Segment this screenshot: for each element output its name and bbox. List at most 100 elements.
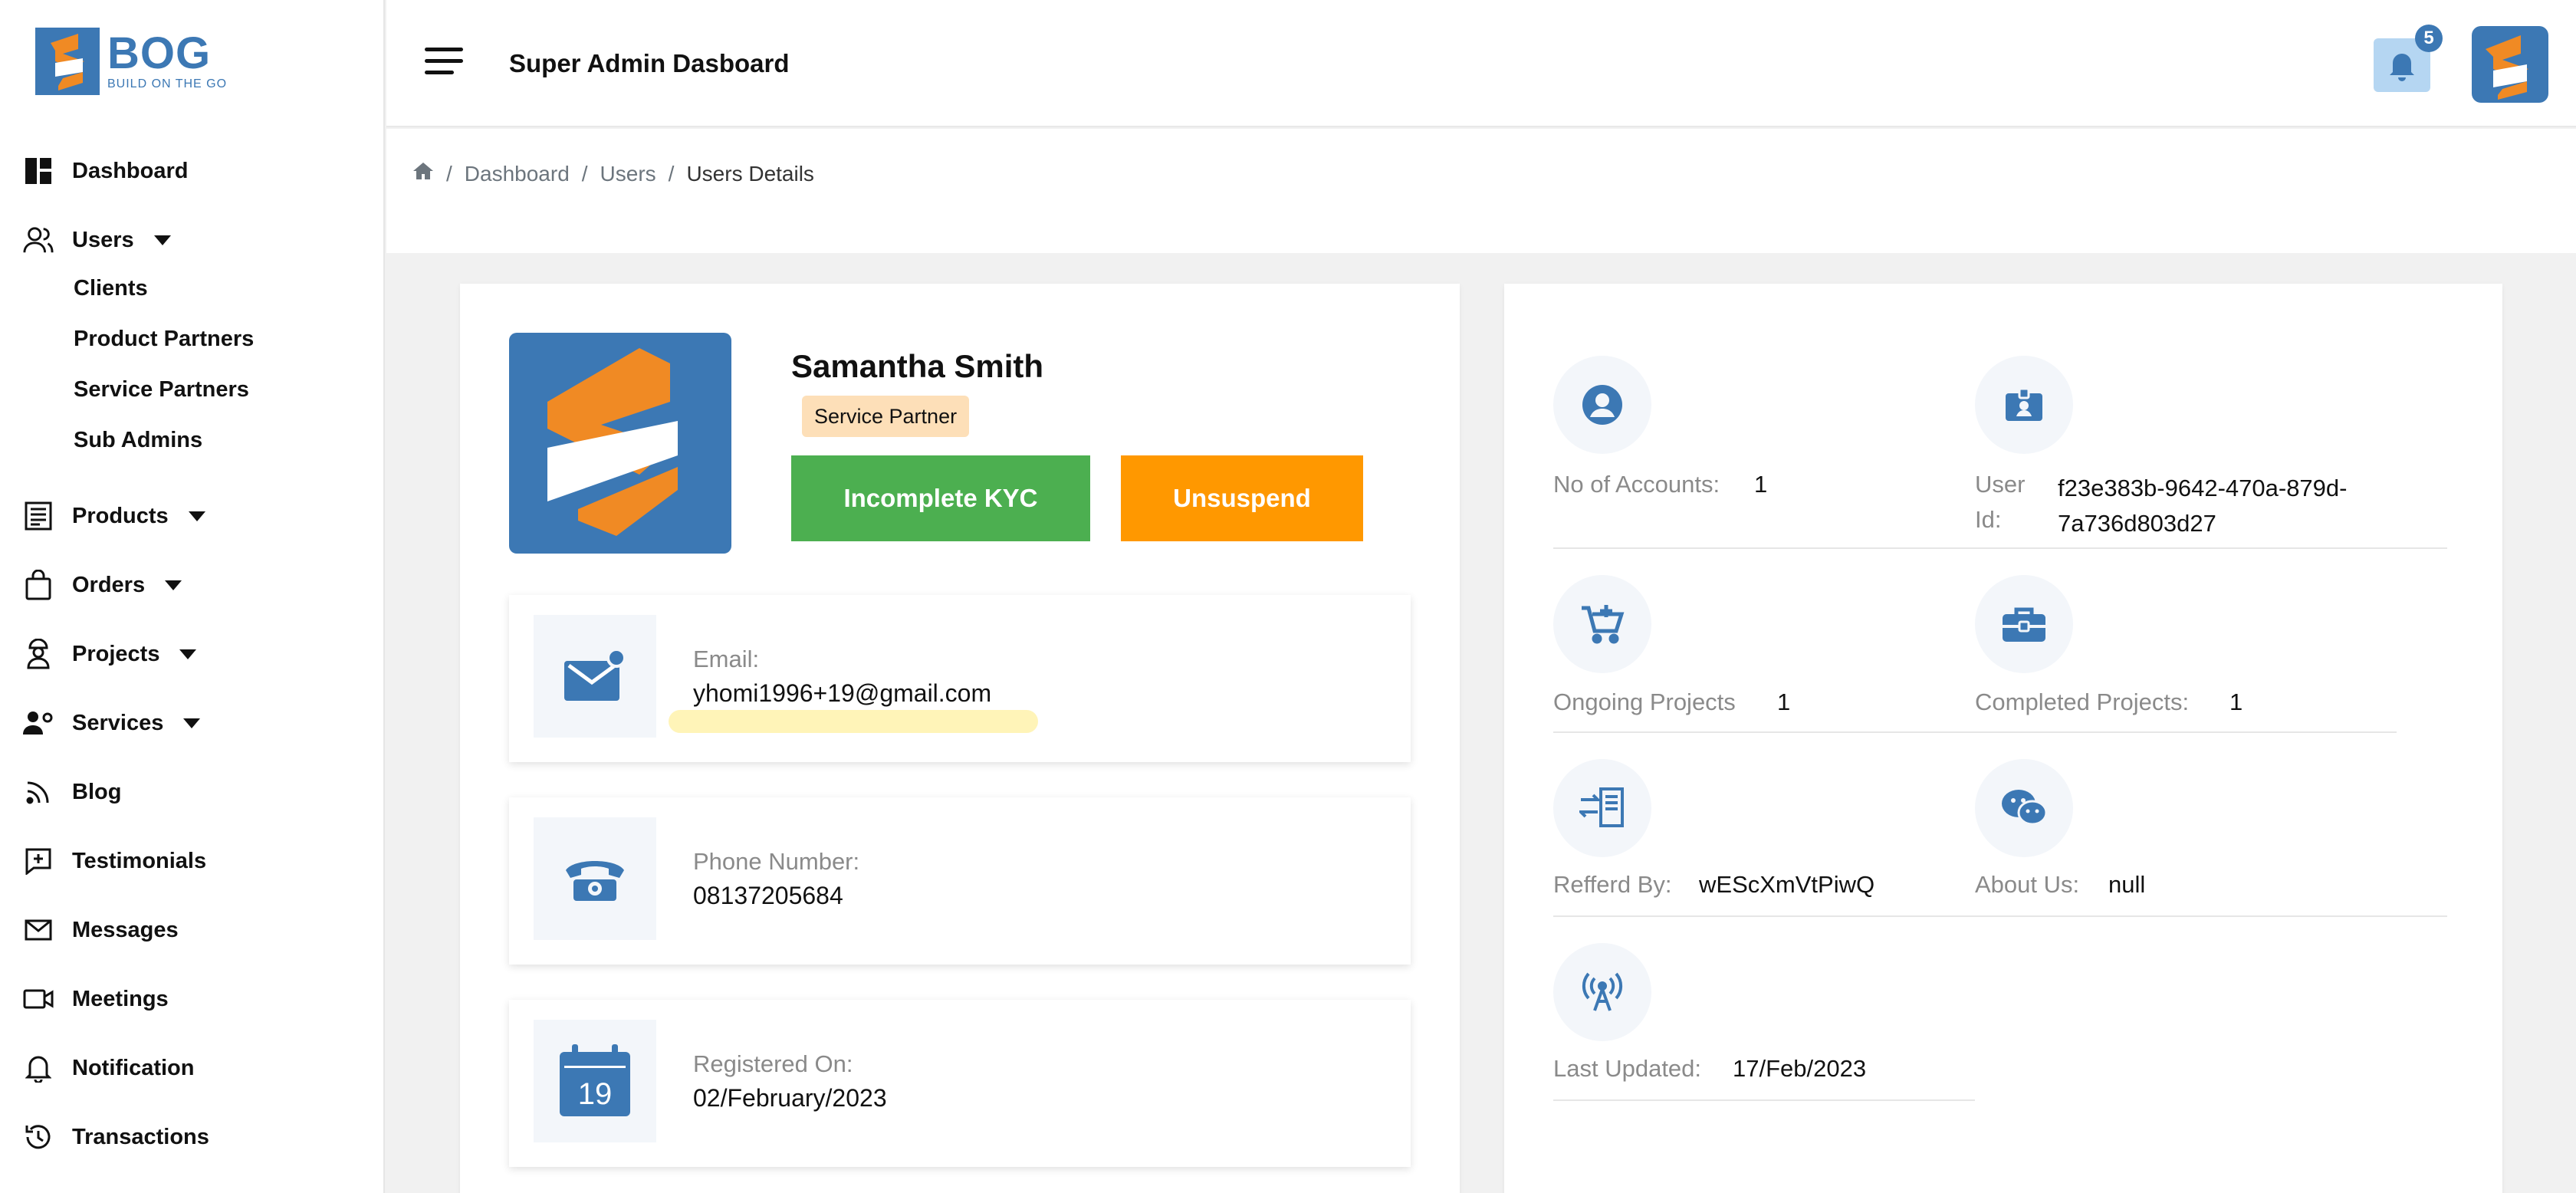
chevron-down-icon [153, 235, 171, 245]
sidebar-item-label: Testimonials [72, 848, 207, 873]
sidebar-item-orders[interactable]: Orders [23, 566, 182, 604]
text-highlight-mark [669, 710, 1038, 733]
sidebar-subitem-clients[interactable]: Clients [74, 273, 148, 304]
sidebar-item-blog[interactable]: Blog [23, 773, 121, 811]
brand-tagline: BUILD ON THE GO [107, 77, 228, 90]
video-camera-icon [23, 984, 54, 1014]
sidebar-item-dashboard[interactable]: Dashboard [23, 152, 188, 190]
user-circle-icon [1553, 356, 1651, 454]
sidebar: BOG BUILD ON THE GO Dashboard Users Clie… [0, 0, 385, 1193]
sidebar-subitem-product-partners[interactable]: Product Partners [74, 324, 254, 354]
sidebar-item-notification[interactable]: Notification [23, 1049, 195, 1087]
referral-transfer-icon [1553, 759, 1651, 857]
ongoing-projects-value: 1 [1777, 689, 1791, 715]
brand-name: BOG [107, 28, 212, 78]
role-badge: Service Partner [802, 396, 970, 437]
sidebar-item-services[interactable]: Services [23, 704, 201, 742]
brand-logo[interactable]: BOG BUILD ON THE GO [35, 28, 227, 95]
notification-count-badge: 5 [2415, 25, 2443, 52]
completed-projects-value: 1 [2229, 689, 2243, 715]
breadcrumb-current: Users Details [686, 161, 814, 186]
sidebar-item-label: Messages [72, 917, 179, 942]
about-us-value: null [2108, 871, 2146, 898]
breadcrumb-bar: / Dashboard / Users / Users Details [386, 129, 2576, 253]
sidebar-item-users[interactable]: Users [23, 221, 171, 259]
chevron-down-icon [188, 511, 205, 521]
avatar[interactable] [2472, 26, 2548, 103]
email-label: Email: [693, 646, 760, 672]
ongoing-projects-label: Ongoing Projects [1553, 689, 1736, 715]
sidebar-item-label: Notification [72, 1055, 195, 1080]
sidebar-item-label: Users [72, 227, 134, 252]
completed-projects-label: Completed Projects: [1975, 689, 2190, 715]
sidebar-item-label: Orders [72, 572, 146, 597]
sidebar-item-projects[interactable]: Projects [23, 635, 197, 673]
registered-value: 02/February/2023 [693, 1084, 887, 1112]
phone-label: Phone Number: [693, 848, 860, 875]
cart-plus-icon [1553, 575, 1651, 673]
products-icon [23, 501, 54, 531]
referred-by-label: Refferd By: [1553, 871, 1672, 898]
email-icon [534, 615, 656, 738]
last-updated-value: 17/Feb/2023 [1733, 1055, 1867, 1082]
sidebar-item-meetings[interactable]: Meetings [23, 980, 169, 1018]
user-id-value: f23e383b-9642-470a-879d- 7a736d803d27 [2058, 475, 2348, 537]
sidebar-item-transactions[interactable]: Transactions [23, 1118, 209, 1156]
sidebar-item-label: Dashboard [72, 158, 189, 183]
history-icon [23, 1122, 54, 1152]
breadcrumb: / Dashboard / Users / Users Details [412, 161, 814, 186]
breadcrumb-users[interactable]: Users [600, 162, 656, 186]
breadcrumb-dashboard[interactable]: Dashboard [465, 162, 570, 186]
id-badge-icon [1975, 356, 2073, 454]
sidebar-subitem-service-partners[interactable]: Service Partners [74, 374, 249, 405]
sidebar-item-label: Transactions [72, 1124, 209, 1149]
users-icon [23, 225, 54, 255]
page-title: Super Admin Dasboard [509, 49, 790, 77]
shopping-bag-icon [23, 570, 54, 600]
bell-icon [2390, 54, 2414, 81]
sidebar-item-label: Projects [72, 641, 160, 666]
unsuspend-button[interactable]: Unsuspend [1121, 455, 1363, 541]
comment-plus-icon [23, 846, 54, 876]
broadcast-tower-icon [1553, 943, 1651, 1041]
sidebar-item-products[interactable]: Products [23, 497, 205, 535]
registered-label: Registered On: [693, 1050, 853, 1077]
user-name: Samantha Smith [791, 348, 1044, 384]
sidebar-item-label: Services [72, 710, 164, 735]
sidebar-item-label: Meetings [72, 986, 169, 1011]
envelope-icon [23, 915, 54, 945]
accounts-label: No of Accounts: [1553, 471, 1720, 498]
divider [1553, 1099, 1975, 1101]
divider [1553, 915, 2447, 917]
calendar-icon: 19 [534, 1020, 656, 1142]
sidebar-subitem-sub-admins[interactable]: Sub Admins [74, 425, 202, 455]
divider [1553, 547, 2447, 549]
user-profile-card: Samantha Smith Service Partner Incomplet… [460, 284, 1460, 1193]
topbar: Super Admin Dasboard 5 [386, 0, 2576, 127]
email-value: yhomi1996+19@gmail.com [693, 679, 992, 707]
breadcrumb-separator: / [446, 161, 452, 186]
home-icon[interactable] [412, 161, 434, 186]
chevron-down-icon [165, 580, 182, 590]
sidebar-item-messages[interactable]: Messages [23, 911, 179, 949]
breadcrumb-separator: / [581, 161, 588, 186]
telephone-icon [534, 817, 656, 940]
incomplete-kyc-button[interactable]: Incomplete KYC [791, 455, 1090, 541]
menu-toggle-icon[interactable] [425, 48, 463, 78]
user-gear-icon [23, 708, 54, 738]
phone-value: 08137205684 [693, 882, 843, 909]
phone-info-box: Phone Number: 08137205684 [509, 797, 1411, 965]
divider [1553, 731, 2397, 733]
calendar-day-number: 19 [578, 1077, 613, 1111]
profile-avatar [509, 333, 731, 554]
worker-icon [23, 639, 54, 669]
bell-icon [23, 1053, 54, 1083]
accounts-value: 1 [1754, 471, 1768, 498]
email-info-box: Email: yhomi1996+19@gmail.com [509, 595, 1411, 762]
user-stats-card: No of Accounts: 1 User Id: f23e383b-9642… [1504, 284, 2502, 1193]
about-us-label: About Us: [1975, 871, 2080, 898]
sidebar-item-testimonials[interactable]: Testimonials [23, 842, 206, 880]
breadcrumb-separator: / [668, 161, 675, 186]
bog-logo-icon [35, 28, 100, 95]
chevron-down-icon [179, 649, 197, 659]
